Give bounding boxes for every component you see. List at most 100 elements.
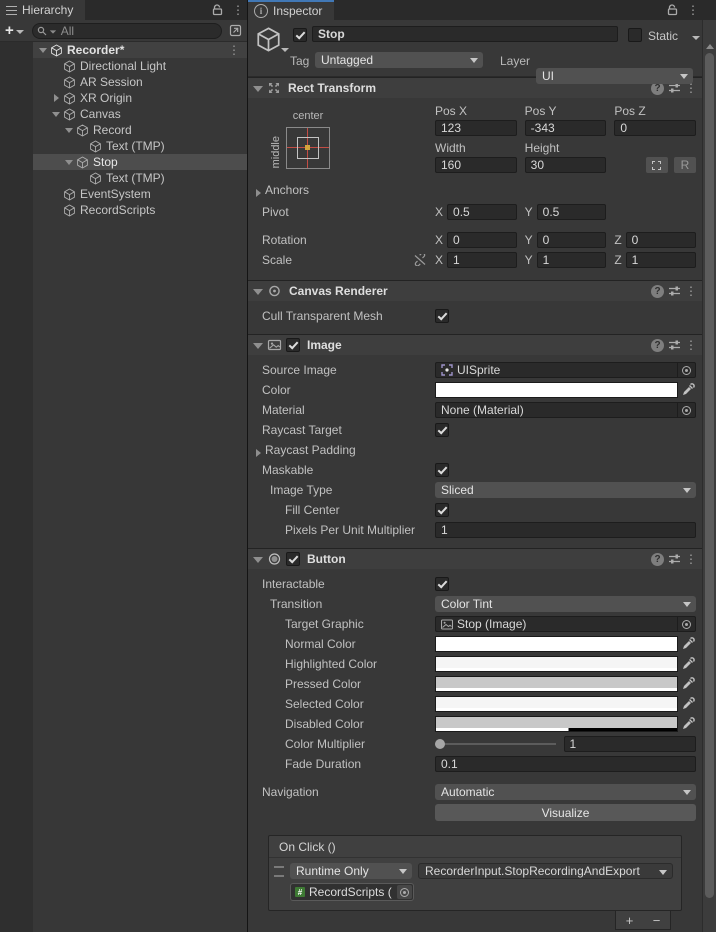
slider-knob[interactable]	[435, 739, 445, 749]
image-type-dropdown[interactable]: Sliced	[435, 482, 696, 498]
maskable-checkbox[interactable]	[435, 463, 449, 477]
hierarchy-search-input[interactable]: All	[32, 23, 222, 39]
eyedropper-icon[interactable]	[681, 717, 696, 731]
fold-arrow-icon[interactable]	[50, 106, 63, 122]
canvas-renderer-header[interactable]: Canvas Renderer ? ⋮	[248, 281, 702, 301]
kebab-icon[interactable]: ⋮	[687, 4, 699, 16]
material-field[interactable]: None (Material)	[435, 402, 696, 418]
add-gameobject-button[interactable]: +	[5, 22, 24, 39]
hierarchy-item[interactable]: Stop	[33, 154, 247, 170]
search-in-window-icon[interactable]	[229, 24, 242, 37]
kebab-icon[interactable]: ⋮	[685, 285, 697, 297]
scale-y-field[interactable]: 1	[537, 252, 607, 268]
width-field[interactable]: 160	[435, 157, 517, 173]
inspector-scrollbar[interactable]	[702, 20, 716, 932]
hierarchy-item[interactable]: XR Origin	[33, 90, 247, 106]
hierarchy-item[interactable]: AR Session	[33, 74, 247, 90]
eyedropper-icon[interactable]	[681, 657, 696, 671]
hierarchy-item[interactable]: Record	[33, 122, 247, 138]
pressed-color-swatch[interactable]	[435, 676, 678, 692]
color-multiplier-field[interactable]: 1	[564, 736, 697, 752]
lock-icon[interactable]	[667, 4, 678, 16]
highlighted-color-swatch[interactable]	[435, 656, 678, 672]
kebab-icon[interactable]: ⋮	[228, 43, 240, 57]
event-mode-dropdown[interactable]: Runtime Only	[290, 863, 412, 879]
fold-arrow-icon[interactable]	[252, 445, 265, 455]
disabled-color-swatch[interactable]	[435, 716, 678, 732]
active-checkbox[interactable]	[293, 28, 307, 42]
scrollbar-thumb[interactable]	[705, 53, 714, 898]
ppu-multiplier-field[interactable]: 1	[435, 522, 696, 538]
eyedropper-icon[interactable]	[681, 677, 696, 691]
fold-arrow-icon[interactable]	[253, 286, 263, 296]
height-field[interactable]: 30	[525, 157, 607, 173]
gameobject-cube-icon[interactable]	[255, 26, 282, 53]
button-enabled-checkbox[interactable]	[286, 552, 300, 566]
transition-dropdown[interactable]: Color Tint	[435, 596, 696, 612]
scale-z-field[interactable]: 1	[626, 252, 696, 268]
presets-icon[interactable]	[668, 339, 681, 351]
scale-x-field[interactable]: 1	[447, 252, 517, 268]
pivot-x-field[interactable]: 0.5	[447, 204, 517, 220]
tab-hierarchy[interactable]: Hierarchy	[0, 0, 85, 20]
object-picker-icon[interactable]	[677, 616, 695, 632]
fill-center-checkbox[interactable]	[435, 503, 449, 517]
scroll-up-arrow-icon[interactable]	[706, 44, 714, 49]
presets-icon[interactable]	[668, 553, 681, 565]
hierarchy-item[interactable]: Canvas	[33, 106, 247, 122]
scene-row[interactable]: Recorder*⋮	[33, 42, 247, 58]
event-target-object-field[interactable]: # RecordScripts (	[290, 883, 414, 901]
color-multiplier-slider[interactable]	[435, 736, 556, 752]
fold-arrow-icon[interactable]	[63, 154, 76, 170]
hierarchy-item[interactable]: Text (TMP)	[33, 170, 247, 186]
eyedropper-icon[interactable]	[681, 383, 696, 397]
image-enabled-checkbox[interactable]	[286, 338, 300, 352]
kebab-icon[interactable]: ⋮	[685, 339, 697, 351]
add-event-button[interactable]: +	[616, 913, 643, 928]
color-swatch[interactable]	[435, 382, 678, 398]
fade-duration-field[interactable]: 0.1	[435, 756, 696, 772]
image-header[interactable]: Image ? ⋮	[248, 335, 702, 355]
help-icon[interactable]: ?	[651, 285, 664, 298]
raw-edit-mode-button[interactable]: R	[674, 157, 696, 173]
anchor-preset-widget[interactable]: center middle	[272, 110, 342, 169]
object-picker-icon[interactable]	[677, 362, 695, 378]
hierarchy-item[interactable]: Directional Light	[33, 58, 247, 74]
kebab-icon[interactable]: ⋮	[232, 4, 244, 16]
hierarchy-item[interactable]: RecordScripts	[33, 202, 247, 218]
raycast-target-checkbox[interactable]	[435, 423, 449, 437]
fold-arrow-icon[interactable]	[50, 90, 63, 106]
rotation-z-field[interactable]: 0	[626, 232, 696, 248]
hierarchy-item[interactable]: Text (TMP)	[33, 138, 247, 154]
drag-handle-icon[interactable]	[274, 866, 284, 877]
interactable-checkbox[interactable]	[435, 577, 449, 591]
target-graphic-field[interactable]: Stop (Image)	[435, 616, 696, 632]
pivot-y-field[interactable]: 0.5	[537, 204, 607, 220]
kebab-icon[interactable]: ⋮	[685, 553, 697, 565]
help-icon[interactable]: ?	[651, 339, 664, 352]
source-image-field[interactable]: UISprite	[435, 362, 696, 378]
fold-arrow-icon[interactable]	[252, 185, 265, 195]
tag-dropdown[interactable]: Untagged	[315, 52, 483, 68]
object-picker-icon[interactable]	[397, 885, 412, 899]
fold-arrow-icon[interactable]	[37, 42, 50, 58]
lock-icon[interactable]	[212, 4, 223, 16]
fold-arrow-icon[interactable]	[253, 83, 263, 93]
fold-arrow-icon[interactable]	[253, 554, 263, 564]
layer-dropdown[interactable]: UI	[536, 68, 693, 84]
tab-inspector[interactable]: i Inspector	[248, 0, 334, 20]
cull-transparent-mesh-checkbox[interactable]	[435, 309, 449, 323]
button-header[interactable]: Button ? ⋮	[248, 549, 702, 569]
rotation-y-field[interactable]: 0	[537, 232, 607, 248]
eyedropper-icon[interactable]	[681, 697, 696, 711]
presets-icon[interactable]	[668, 285, 681, 297]
static-checkbox[interactable]	[628, 28, 642, 42]
fold-arrow-icon[interactable]	[253, 340, 263, 350]
eyedropper-icon[interactable]	[681, 637, 696, 651]
navigation-dropdown[interactable]: Automatic	[435, 784, 696, 800]
static-dropdown-icon[interactable]	[692, 36, 700, 40]
visualize-button[interactable]: Visualize	[435, 804, 696, 821]
blueprint-mode-button[interactable]	[646, 157, 668, 173]
normal-color-swatch[interactable]	[435, 636, 678, 652]
object-picker-icon[interactable]	[677, 402, 695, 418]
